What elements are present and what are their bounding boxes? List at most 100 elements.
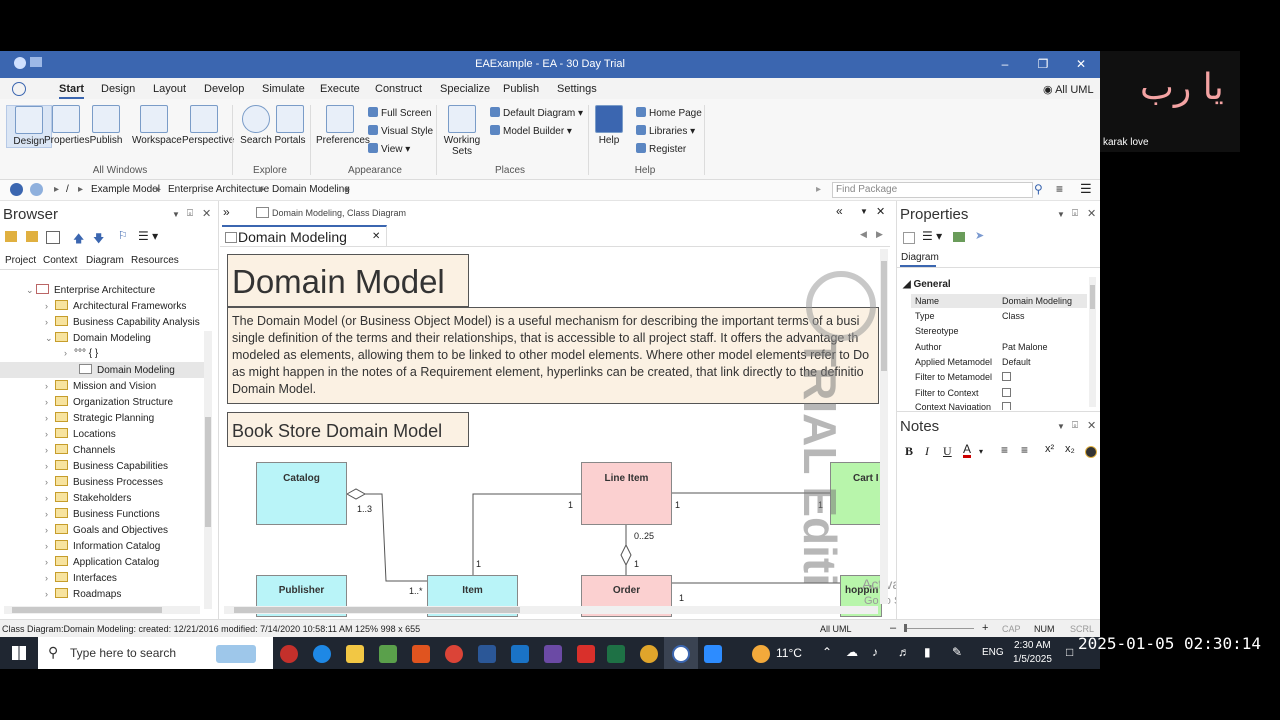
filter-icon[interactable]: ⚐ bbox=[118, 229, 128, 242]
panel-dropdown-icon[interactable]: ▼ bbox=[172, 210, 180, 219]
superscript-icon[interactable]: x² bbox=[1045, 443, 1054, 455]
tab-publish[interactable]: Publish bbox=[503, 83, 539, 95]
libraries-button[interactable]: Libraries ▾ bbox=[636, 125, 695, 137]
zoom-slider-thumb[interactable] bbox=[904, 624, 907, 632]
new-folder-icon[interactable] bbox=[26, 231, 38, 242]
prop-row-context-navigation[interactable]: Context Navigation bbox=[915, 402, 1095, 410]
spell-check-icon[interactable] bbox=[1085, 446, 1097, 458]
tree-item[interactable]: › Information Catalog bbox=[45, 540, 160, 552]
tab-specialize[interactable]: Specialize bbox=[440, 83, 490, 95]
view-button[interactable]: View ▾ bbox=[368, 143, 410, 155]
pin-icon[interactable]: ⌻ bbox=[1072, 420, 1078, 431]
scrollbar-thumb[interactable] bbox=[205, 417, 211, 527]
props-view-icon[interactable] bbox=[953, 232, 965, 242]
underline-icon[interactable]: U bbox=[943, 444, 952, 459]
tab-develop[interactable]: Develop bbox=[204, 83, 244, 95]
restore-button[interactable]: ❐ bbox=[1033, 56, 1053, 72]
scrollbar-thumb[interactable] bbox=[234, 607, 520, 613]
forward-icon[interactable] bbox=[30, 183, 43, 196]
save-icon[interactable] bbox=[903, 232, 915, 244]
prop-value[interactable]: Domain Modeling bbox=[1002, 296, 1072, 306]
acrobat-icon[interactable] bbox=[577, 645, 595, 663]
store-icon[interactable] bbox=[379, 645, 397, 663]
help-button[interactable]: Help bbox=[590, 105, 628, 146]
breadcrumb-example-model[interactable]: Example Model bbox=[91, 184, 160, 195]
pin-icon[interactable]: ⌻ bbox=[1072, 208, 1078, 219]
close-icon[interactable]: ✕ bbox=[1087, 207, 1096, 220]
tab-simulate[interactable]: Simulate bbox=[262, 83, 305, 95]
microphone-icon[interactable]: ♪ bbox=[872, 645, 878, 659]
tab-layout[interactable]: Layout bbox=[153, 83, 186, 95]
props-forward-icon[interactable]: ➤ bbox=[975, 229, 984, 242]
taskbar-search-box[interactable]: ⚲ Type here to search bbox=[38, 637, 273, 669]
numbered-list-icon[interactable]: ≡ bbox=[1021, 443, 1028, 457]
minimize-button[interactable]: – bbox=[995, 56, 1015, 72]
clock-time[interactable]: 2:30 AM bbox=[1014, 640, 1051, 651]
clock-date[interactable]: 1/5/2025 bbox=[1013, 654, 1052, 665]
tab-diagram[interactable]: Diagram bbox=[86, 255, 124, 266]
register-button[interactable]: Register bbox=[636, 143, 686, 155]
tree-item[interactable]: › Business Capability Analysis bbox=[45, 316, 200, 328]
excel-icon[interactable] bbox=[607, 645, 625, 663]
new-package-icon[interactable] bbox=[5, 231, 17, 242]
pen-icon[interactable]: ✎ bbox=[952, 645, 962, 659]
tree-item[interactable]: › Locations bbox=[45, 428, 116, 440]
tree-item[interactable]: › Business Capabilities bbox=[45, 460, 168, 472]
chrome-icon[interactable] bbox=[445, 645, 463, 663]
prop-checkbox[interactable] bbox=[1002, 372, 1011, 383]
vertical-scrollbar[interactable] bbox=[1089, 277, 1096, 407]
prop-checkbox[interactable] bbox=[1002, 388, 1011, 399]
scrollbar-thumb[interactable] bbox=[12, 607, 162, 613]
publish-button[interactable]: Publish bbox=[84, 105, 128, 146]
browser-menu-icon[interactable]: ☰ ▾ bbox=[138, 229, 158, 243]
notes-editor[interactable] bbox=[901, 465, 1097, 615]
move-down-icon[interactable]: 🡇 bbox=[93, 230, 104, 249]
close-icon[interactable]: ✕ bbox=[1087, 419, 1096, 432]
tree-item[interactable]: › Roadmaps bbox=[45, 588, 121, 600]
breadcrumb-root[interactable]: / bbox=[66, 184, 69, 195]
notification-icon[interactable]: □ bbox=[1066, 645, 1073, 659]
subscript-icon[interactable]: x₂ bbox=[1065, 443, 1075, 455]
language-indicator[interactable]: ENG bbox=[982, 647, 1004, 658]
prop-row-type[interactable]: Type Class bbox=[915, 311, 1095, 321]
scrollbar-thumb[interactable] bbox=[881, 261, 887, 371]
tab-execute[interactable]: Execute bbox=[320, 83, 360, 95]
windows-start-icon[interactable] bbox=[12, 646, 26, 660]
tab-diagram[interactable]: Diagram bbox=[901, 252, 939, 263]
find-package-input[interactable]: Find Package bbox=[832, 182, 1033, 198]
tree-item[interactable]: › Interfaces bbox=[45, 572, 117, 584]
vertical-scrollbar[interactable] bbox=[204, 331, 212, 609]
battery-icon[interactable]: ▮ bbox=[924, 645, 931, 659]
preferences-button[interactable]: Preferences bbox=[316, 105, 370, 146]
prop-checkbox[interactable] bbox=[1002, 402, 1011, 410]
tree-item[interactable]: › °°° { } bbox=[64, 348, 98, 359]
file-explorer-icon[interactable] bbox=[346, 645, 364, 663]
tab-resources[interactable]: Resources bbox=[131, 255, 179, 266]
chevron-down-icon[interactable]: ▾ bbox=[979, 447, 983, 456]
checkbox-icon[interactable] bbox=[1002, 402, 1011, 410]
tree-item-enterprise-architecture[interactable]: ⌄ Enterprise Architecture bbox=[26, 284, 155, 296]
tab-context[interactable]: Context bbox=[43, 255, 77, 266]
class-catalog[interactable]: Catalog bbox=[256, 462, 347, 525]
opera-icon[interactable] bbox=[280, 645, 298, 663]
model-builder-button[interactable]: Model Builder ▾ bbox=[490, 125, 572, 137]
class-line-item[interactable]: Line Item bbox=[581, 462, 672, 525]
network-icon[interactable]: ☁ bbox=[846, 645, 858, 659]
prop-row-filter-context[interactable]: Filter to Context bbox=[915, 388, 1095, 398]
enterprise-architect-icon[interactable] bbox=[672, 645, 690, 663]
zoom-out-icon[interactable]: – bbox=[890, 622, 896, 634]
properties-button[interactable]: Properties bbox=[44, 105, 90, 146]
volume-icon[interactable]: ♬ bbox=[898, 645, 910, 659]
office-icon[interactable] bbox=[412, 645, 430, 663]
panel-dropdown-icon[interactable]: ▼ bbox=[1057, 210, 1065, 219]
vscode-icon[interactable] bbox=[511, 645, 529, 663]
tree-item[interactable]: › Channels bbox=[45, 444, 115, 456]
close-icon[interactable]: ✕ bbox=[202, 207, 211, 220]
prop-row-applied-metamodel[interactable]: Applied Metamodel Default bbox=[915, 357, 1095, 367]
hierarchy-icon[interactable]: ≡ bbox=[1056, 182, 1063, 196]
zoom-icon[interactable] bbox=[704, 645, 722, 663]
home-page-button[interactable]: Home Page bbox=[636, 107, 702, 119]
tree-item-domain-modeling-diagram[interactable]: Domain Modeling bbox=[79, 364, 175, 376]
chrome-icon[interactable] bbox=[640, 645, 658, 663]
working-sets-button[interactable]: Working Sets bbox=[440, 105, 484, 157]
